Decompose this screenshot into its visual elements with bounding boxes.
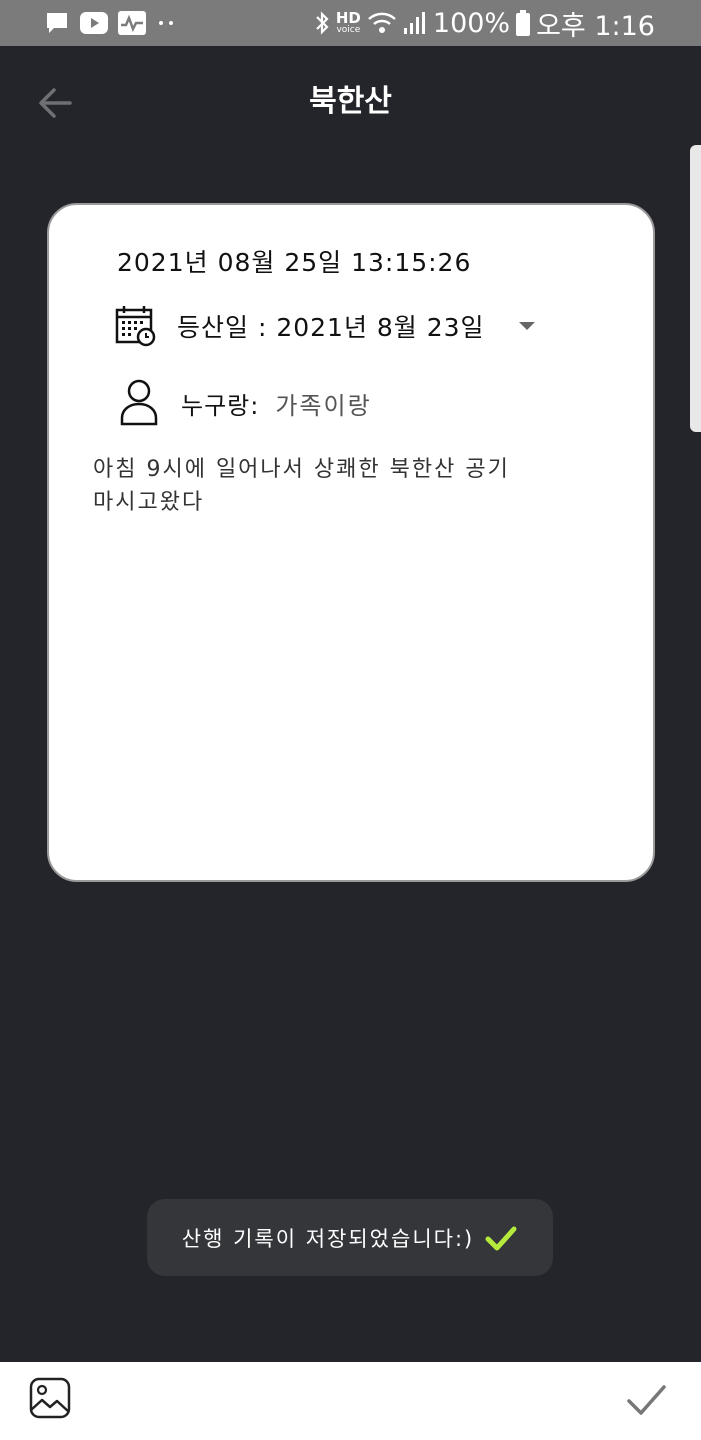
companion-row: 누구랑: [119, 375, 536, 431]
climb-date-label: 등산일 : 2021년 8월 23일 [177, 313, 485, 342]
clock: 오후 1:16 [536, 10, 655, 42]
check-icon [627, 1385, 666, 1415]
image-icon [29, 1377, 71, 1419]
more-dots-icon [159, 21, 173, 25]
toast-message: 산행 기록이 저장되었습니다:) [181, 1226, 475, 1251]
companion-label: 누구랑: [181, 391, 260, 420]
memo-text[interactable]: 아침 9시에 일어나서 상쾌한 북한산 공기 마시고왔다 [93, 453, 613, 519]
wifi-icon [368, 12, 396, 33]
record-timestamp: 2021년 08월 25일 13:15:26 [117, 248, 472, 277]
climb-date-picker[interactable]: 등산일 : 2021년 8월 23일 [115, 305, 535, 347]
message-icon [47, 13, 67, 33]
app-bar: 북한산 [0, 46, 701, 156]
voice-label: voice [336, 25, 361, 35]
status-bar: HD voice 100% 오후 1:16 [0, 0, 701, 46]
save-toast: 산행 기록이 저장되었습니다:) [147, 1199, 553, 1276]
signal-icon [403, 12, 425, 34]
battery-percent: 100% [432, 7, 511, 39]
scroll-indicator[interactable] [690, 145, 701, 432]
companion-input[interactable] [275, 389, 536, 417]
bottom-bar [0, 1362, 701, 1440]
page-title: 북한산 [309, 84, 392, 119]
hd-voice-indicator: HD voice [336, 11, 361, 35]
calendar-icon [115, 306, 156, 347]
notification-icons [44, 9, 176, 37]
system-status: HD voice 100% 오후 1:16 [314, 5, 655, 42]
person-icon [120, 379, 158, 426]
bluetooth-icon [316, 11, 329, 35]
check-icon [485, 1226, 517, 1250]
confirm-button[interactable] [624, 1380, 668, 1420]
youtube-icon [80, 12, 108, 34]
add-photo-button[interactable] [28, 1376, 72, 1420]
activity-icon [118, 11, 146, 35]
record-card: 2021년 08월 25일 13:15:26 등산일 : 2021년 8월 23… [47, 203, 655, 882]
hd-label: HD [335, 9, 361, 27]
chevron-down-icon [518, 322, 535, 330]
battery-icon [516, 10, 531, 36]
